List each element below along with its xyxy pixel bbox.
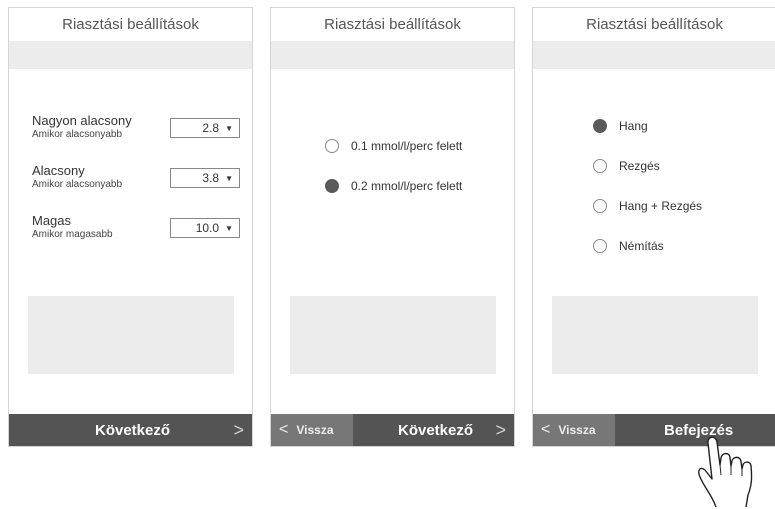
row-very-low: Nagyon alacsony Amikor alacsonyabb 2.8 ▼ [32,114,240,148]
triangle-down-icon: ▼ [225,223,233,233]
radio-label: Hang [619,119,648,133]
radio-option-0-1[interactable]: 0.1 mmol/l/perc felett [325,139,462,153]
radio-label: Hang + Rezgés [619,199,703,213]
low-select[interactable]: 3.8 ▼ [170,168,240,188]
radio-vibration[interactable]: Rezgés [593,159,660,173]
radio-sound-vibration[interactable]: Hang + Rezgés [593,199,702,213]
radio-mute[interactable]: Némítás [593,239,664,253]
select-value: 3.8 [202,171,220,185]
pointing-hand-icon [698,436,753,508]
next-button[interactable]: Következő [95,414,170,446]
radio-selected-icon [593,119,607,133]
screen-title: Riasztási beállítások [324,16,461,33]
radio-sound[interactable]: Hang [593,119,648,133]
screen-alert-type: Riasztási beállítások Hang Rezgés Hang +… [532,7,775,447]
radio-icon [593,159,607,173]
footer-bar: Következő > [9,414,252,446]
triangle-down-icon: ▼ [225,173,233,183]
chevron-right-icon[interactable]: > [233,414,244,446]
next-button[interactable]: Következő [398,414,473,446]
radio-icon [593,199,607,213]
info-panel [552,296,758,374]
radio-label: 0.1 mmol/l/perc felett [351,139,463,153]
chevron-right-icon[interactable]: > [495,414,506,446]
very-low-select[interactable]: 2.8 ▼ [170,118,240,138]
screen-title: Riasztási beállítások [62,16,199,33]
radio-icon [325,139,339,153]
radio-option-0-2[interactable]: 0.2 mmol/l/perc felett [325,179,462,193]
radio-label: Rezgés [619,159,660,173]
back-label: Vissza [558,423,596,437]
chevron-left-icon: < [541,421,551,438]
row-high: Magas Amikor magasabb 10.0 ▼ [32,214,240,248]
header-band [271,41,514,69]
radio-label: 0.2 mmol/l/perc felett [351,179,463,193]
triangle-down-icon: ▼ [225,123,233,133]
header-band [9,41,252,69]
chevron-left-icon: < [279,421,289,438]
radio-selected-icon [325,179,339,193]
info-panel [290,296,496,374]
select-value: 10.0 [195,221,220,235]
header-band [533,41,775,69]
back-button[interactable]: < Vissza [533,414,615,446]
high-select[interactable]: 10.0 ▼ [170,218,240,238]
screen-thresholds: Riasztási beállítások Nagyon alacsony Am… [8,7,253,447]
info-panel [28,296,234,374]
select-value: 2.8 [202,121,220,135]
back-label: Vissza [296,423,334,437]
back-button[interactable]: < Vissza [271,414,353,446]
radio-label: Némítás [619,239,664,253]
screen-title: Riasztási beállítások [586,16,723,33]
row-low: Alacsony Amikor alacsonyabb 3.8 ▼ [32,164,240,198]
footer-bar: < Vissza Következő > [271,414,514,446]
radio-icon [593,239,607,253]
screen-rate: Riasztási beállítások 0.1 mmol/l/perc fe… [270,7,515,447]
